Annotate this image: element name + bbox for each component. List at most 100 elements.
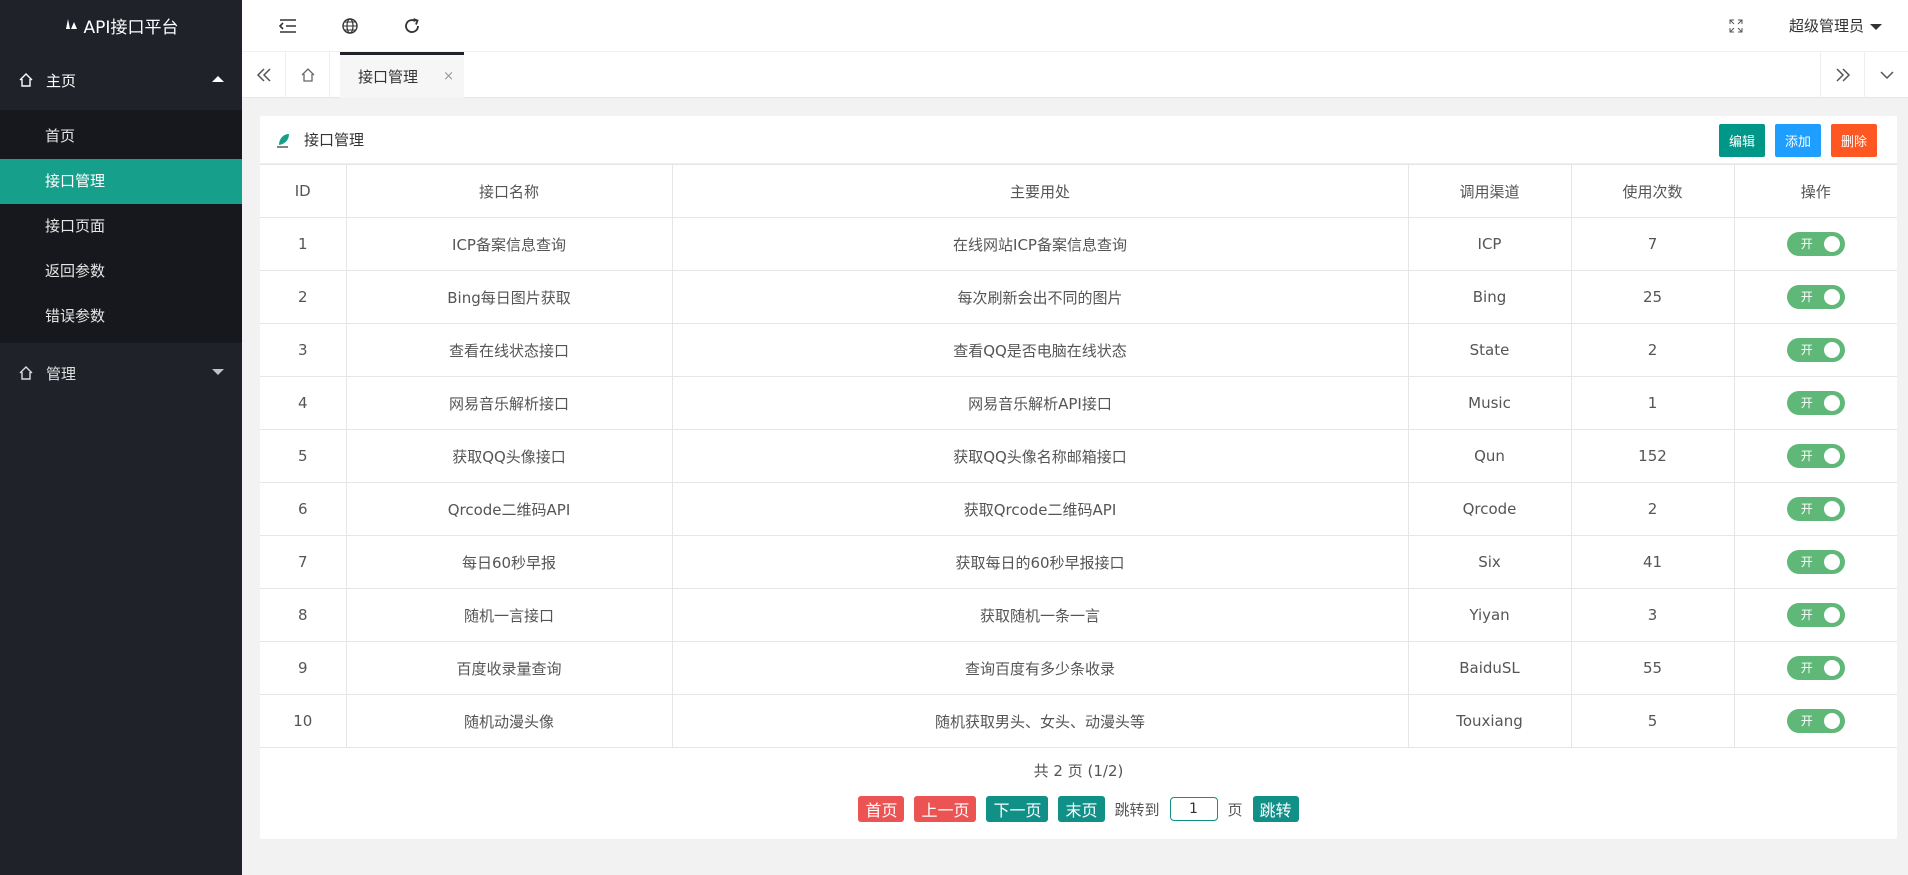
status-toggle[interactable]: 开 bbox=[1786, 656, 1845, 680]
globe-icon[interactable] bbox=[338, 14, 362, 38]
cell-count: 55 bbox=[1570, 641, 1735, 695]
cell-name: 获取QQ头像接口 bbox=[345, 429, 673, 483]
cell-count: 2 bbox=[1570, 482, 1735, 536]
sidebar-item-api-page[interactable]: 接口页面 bbox=[0, 204, 242, 249]
col-header-name: 接口名称 bbox=[345, 164, 673, 218]
sidebar-item-return-params[interactable]: 返回参数 bbox=[0, 249, 242, 294]
cell-action: 开 bbox=[1733, 376, 1897, 430]
status-toggle[interactable]: 开 bbox=[1786, 391, 1845, 415]
status-toggle[interactable]: 开 bbox=[1786, 444, 1845, 468]
user-menu[interactable]: 超级管理员 bbox=[1789, 15, 1882, 36]
add-button[interactable]: 添加 bbox=[1774, 124, 1821, 157]
nav-group-manage[interactable]: 管理 bbox=[0, 343, 242, 403]
toggle-label: 开 bbox=[1800, 714, 1813, 728]
toggle-label: 开 bbox=[1800, 502, 1813, 516]
tab-bar: 接口管理 × bbox=[242, 52, 1908, 98]
cell-name: 每日60秒早报 bbox=[345, 535, 673, 589]
fullscreen-icon[interactable] bbox=[1724, 14, 1748, 38]
cell-action: 开 bbox=[1733, 270, 1897, 324]
cell-name: ICP备案信息查询 bbox=[345, 217, 673, 271]
col-header-count: 使用次数 bbox=[1570, 164, 1735, 218]
card-title: 接口管理 bbox=[304, 131, 365, 149]
cell-usage: 在线网站ICP备案信息查询 bbox=[671, 217, 1409, 271]
cell-count: 1 bbox=[1570, 376, 1735, 430]
cell-action: 开 bbox=[1733, 641, 1897, 695]
first-page-button[interactable]: 首页 bbox=[858, 796, 905, 822]
cell-usage: 查看QQ是否电脑在线状态 bbox=[671, 323, 1409, 377]
page-unit-label: 页 bbox=[1227, 800, 1243, 819]
toggle-knob bbox=[1823, 342, 1840, 358]
tab-home-icon[interactable] bbox=[286, 52, 330, 98]
table-row: 6 Qrcode二维码API 获取Qrcode二维码API Qrcode 2 开 bbox=[260, 482, 1897, 536]
next-page-button[interactable]: 下一页 bbox=[986, 796, 1049, 822]
cell-channel: Six bbox=[1407, 535, 1572, 589]
status-toggle[interactable]: 开 bbox=[1786, 603, 1845, 627]
cell-action: 开 bbox=[1733, 694, 1897, 748]
toggle-label: 开 bbox=[1800, 661, 1813, 675]
status-toggle[interactable]: 开 bbox=[1786, 285, 1845, 309]
app-logo[interactable]: API接口平台 bbox=[0, 0, 242, 50]
sidebar-item-error-params[interactable]: 错误参数 bbox=[0, 294, 242, 339]
refresh-icon[interactable] bbox=[400, 14, 424, 38]
toggle-knob bbox=[1823, 501, 1840, 517]
cell-usage: 获取Qrcode二维码API bbox=[671, 482, 1409, 536]
status-toggle[interactable]: 开 bbox=[1786, 550, 1845, 574]
cell-channel: BaiduSL bbox=[1407, 641, 1572, 695]
top-header: 超级管理员 bbox=[242, 0, 1908, 52]
prev-page-button[interactable]: 上一页 bbox=[914, 796, 977, 822]
col-header-channel: 调用渠道 bbox=[1407, 164, 1572, 218]
cell-id: 1 bbox=[260, 217, 347, 271]
nav-group-home[interactable]: 主页 bbox=[0, 50, 242, 110]
cell-channel: Qrcode bbox=[1407, 482, 1572, 536]
nav-group-manage-label: 管理 bbox=[46, 364, 77, 383]
cell-id: 9 bbox=[260, 641, 347, 695]
tabs-scroll-right-icon[interactable] bbox=[1820, 52, 1864, 98]
tabs-scroll-left-icon[interactable] bbox=[242, 52, 286, 98]
page-number-input[interactable] bbox=[1169, 797, 1218, 821]
cell-channel: ICP bbox=[1407, 217, 1572, 271]
toggle-label: 开 bbox=[1800, 555, 1813, 569]
leaf-icon bbox=[276, 132, 292, 148]
cell-action: 开 bbox=[1733, 535, 1897, 589]
sidebar-item-home[interactable]: 首页 bbox=[0, 114, 242, 159]
table-row: 5 获取QQ头像接口 获取QQ头像名称邮箱接口 Qun 152 开 bbox=[260, 429, 1897, 483]
cell-name: 网易音乐解析接口 bbox=[345, 376, 673, 430]
tabs-menu-chevron-down-icon[interactable] bbox=[1864, 52, 1908, 98]
last-page-button[interactable]: 末页 bbox=[1058, 796, 1105, 822]
toggle-label: 开 bbox=[1800, 608, 1813, 622]
table-row: 10 随机动漫头像 随机获取男头、女头、动漫头等 Touxiang 5 开 bbox=[260, 694, 1897, 748]
home-icon bbox=[18, 72, 36, 88]
sidebar-item-api-management[interactable]: 接口管理 bbox=[0, 159, 242, 204]
toggle-knob bbox=[1823, 660, 1840, 676]
jump-label: 跳转到 bbox=[1114, 800, 1160, 819]
api-management-card: 接口管理 编辑 添加 删除 ID 接口名称 主要用处 调用渠道 使用次数 操作 … bbox=[260, 116, 1897, 839]
cell-usage: 每次刷新会出不同的图片 bbox=[671, 270, 1409, 324]
status-toggle[interactable]: 开 bbox=[1786, 709, 1845, 733]
cell-count: 41 bbox=[1570, 535, 1735, 589]
status-toggle[interactable]: 开 bbox=[1786, 497, 1845, 521]
cell-channel: Music bbox=[1407, 376, 1572, 430]
cell-usage: 获取QQ头像名称邮箱接口 bbox=[671, 429, 1409, 483]
toggle-knob bbox=[1823, 448, 1840, 464]
menu-toggle-icon[interactable] bbox=[276, 14, 300, 38]
caret-down-icon bbox=[1870, 23, 1882, 30]
cell-id: 2 bbox=[260, 270, 347, 324]
toggle-knob bbox=[1823, 236, 1840, 252]
tab-label: 接口管理 bbox=[358, 68, 419, 86]
status-toggle[interactable]: 开 bbox=[1786, 232, 1845, 256]
cell-usage: 查询百度有多少条收录 bbox=[671, 641, 1409, 695]
user-name: 超级管理员 bbox=[1788, 17, 1864, 35]
logo-icon bbox=[64, 16, 78, 34]
toggle-knob bbox=[1823, 289, 1840, 305]
cell-name: 查看在线状态接口 bbox=[345, 323, 673, 377]
close-icon[interactable]: × bbox=[443, 69, 454, 84]
toggle-label: 开 bbox=[1800, 343, 1813, 357]
go-button[interactable]: 跳转 bbox=[1252, 796, 1299, 822]
cell-count: 152 bbox=[1570, 429, 1735, 483]
status-toggle[interactable]: 开 bbox=[1786, 338, 1845, 362]
cell-name: 百度收录量查询 bbox=[345, 641, 673, 695]
tab-api-management[interactable]: 接口管理 × bbox=[340, 52, 464, 98]
edit-button[interactable]: 编辑 bbox=[1718, 124, 1765, 157]
delete-button[interactable]: 删除 bbox=[1830, 124, 1877, 157]
sidebar: API接口平台 主页 首页 接口管理 接口页面 返回参数 错误参数 管理 bbox=[0, 0, 242, 875]
